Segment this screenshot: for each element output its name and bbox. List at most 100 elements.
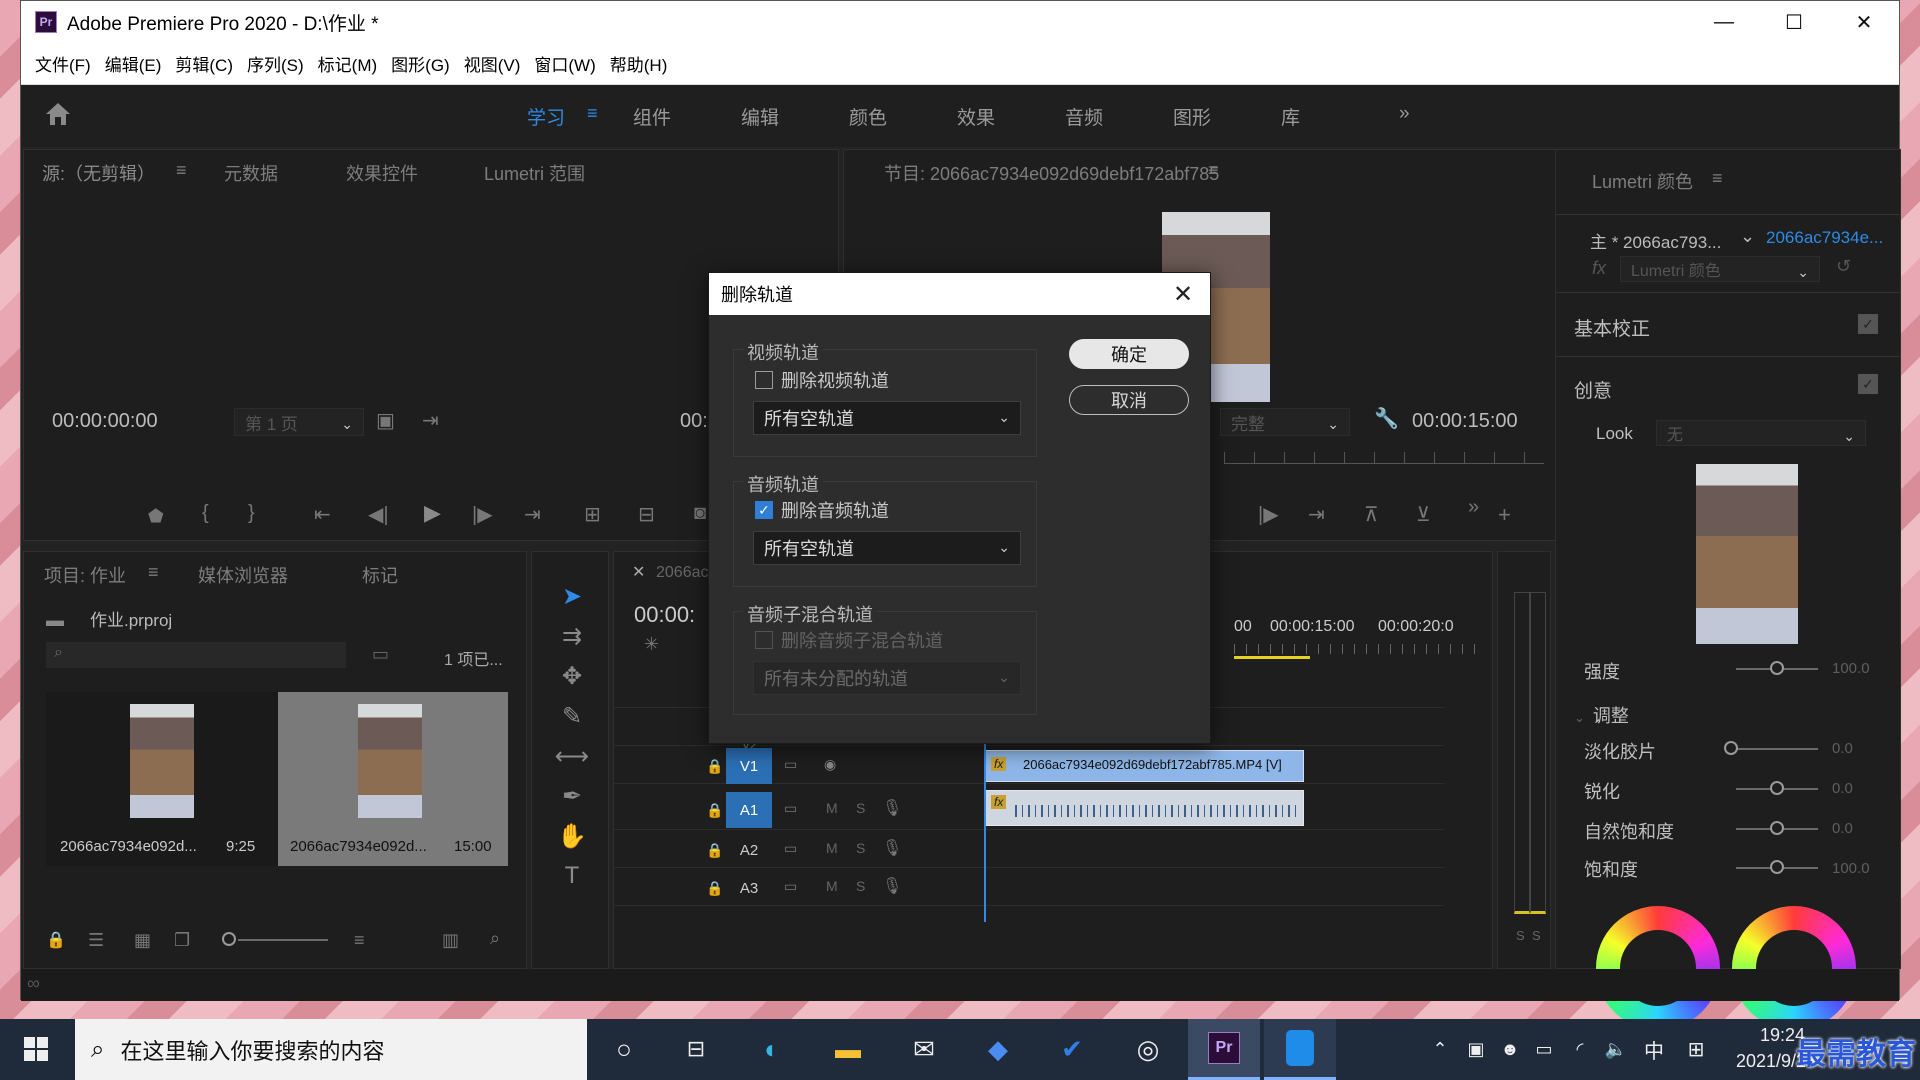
pen-tool-icon[interactable]: ✒ xyxy=(552,780,592,812)
saturation-value[interactable]: 100.0 xyxy=(1832,860,1870,877)
workspace-tab-audio[interactable]: 音频 xyxy=(1065,103,1103,130)
playback-resolution-select[interactable]: 完整 ⌄ xyxy=(1220,408,1350,436)
track-label-a4[interactable]: A4 xyxy=(726,910,772,923)
task-view-icon[interactable]: ⊟ xyxy=(676,1029,716,1069)
meter-solo-right[interactable]: S xyxy=(1532,928,1541,943)
lumetri-master-clip[interactable]: 主 * 2066ac793... xyxy=(1590,228,1721,253)
battery-icon[interactable]: ▭ xyxy=(1524,1029,1564,1069)
ok-button[interactable]: 确定 xyxy=(1069,339,1189,369)
lumetri-menu-icon[interactable]: ≡ xyxy=(1712,168,1723,189)
camera-icon[interactable]: ◙ xyxy=(694,502,706,525)
section-basic-correction[interactable]: 基本校正 xyxy=(1574,314,1650,341)
menu-file[interactable]: 文件(F) xyxy=(29,51,97,76)
overwrite-button-icon[interactable]: ⊟ xyxy=(638,502,655,527)
menu-help[interactable]: 帮助(H) xyxy=(604,51,674,76)
add-button-icon[interactable]: + xyxy=(1498,502,1511,528)
program-panel-menu-icon[interactable]: ≡ xyxy=(1208,160,1219,181)
solo-button[interactable]: S xyxy=(856,878,865,894)
app-checkmark-icon[interactable]: ✔ xyxy=(1052,1029,1092,1069)
work-area-bar[interactable] xyxy=(1234,656,1310,659)
menu-window[interactable]: 窗口(W) xyxy=(528,51,601,76)
microphone-icon[interactable]: 🎙 xyxy=(882,838,902,858)
basic-correction-checkbox[interactable]: ✓ xyxy=(1858,314,1878,334)
lumetri-panel-title[interactable]: Lumetri 颜色 xyxy=(1592,168,1693,194)
intensity-value[interactable]: 100.0 xyxy=(1832,660,1870,677)
track-output-icon[interactable]: ▭ xyxy=(784,840,797,857)
list-view-icon[interactable]: ☰ xyxy=(88,930,104,951)
track-label-a2[interactable]: A2 xyxy=(726,832,772,868)
microphone-icon[interactable]: 🎙 xyxy=(882,798,902,818)
play-icon[interactable]: ▶ xyxy=(424,500,441,526)
playhead[interactable] xyxy=(984,742,986,922)
tab-metadata[interactable]: 元数据 xyxy=(224,160,278,186)
minimize-button[interactable]: — xyxy=(1689,1,1759,43)
saturation-knob[interactable] xyxy=(1770,860,1784,874)
delete-audio-tracks-checkbox[interactable]: ✓ 删除音频轨道 xyxy=(755,497,889,523)
tab-effect-controls[interactable]: 效果控件 xyxy=(346,160,418,186)
premiere-taskbar-icon[interactable]: Pr xyxy=(1188,1019,1260,1080)
track-label-a1[interactable]: A1 xyxy=(726,792,772,828)
timeline-close-icon[interactable]: ✕ xyxy=(632,562,645,582)
insert-button-icon[interactable]: ⊞ xyxy=(584,502,601,527)
lock-icon[interactable]: 🔒 xyxy=(46,930,66,950)
menu-sequence[interactable]: 序列(S) xyxy=(241,51,310,76)
timeline-ruler[interactable] xyxy=(1234,644,1484,654)
edge-browser-icon[interactable]: ◐ xyxy=(752,1029,792,1069)
workspace-tab-editing[interactable]: 编辑 xyxy=(741,103,779,130)
snap-icon[interactable]: ✳ xyxy=(644,634,659,655)
sort-icon[interactable]: ≡ xyxy=(354,930,365,951)
mute-button[interactable]: M xyxy=(826,878,838,894)
delete-submix-tracks-checkbox[interactable]: 删除音频子混合轨道 xyxy=(755,627,943,653)
reset-icon[interactable]: ↺ xyxy=(1836,256,1851,277)
track-output-icon[interactable]: ▭ xyxy=(784,878,797,895)
source-panel-menu-icon[interactable]: ≡ xyxy=(176,160,187,181)
wifi-icon[interactable]: ◜ xyxy=(1560,1029,1600,1069)
hand-tool-icon[interactable]: ✋ xyxy=(552,820,592,852)
project-menu-icon[interactable]: ≡ xyxy=(148,562,159,583)
microphone-icon[interactable]: 🎙 xyxy=(882,876,902,896)
faded-film-value[interactable]: 0.0 xyxy=(1832,740,1853,757)
eye-icon[interactable]: ◉ xyxy=(824,756,836,773)
track-output-icon[interactable]: ▭ xyxy=(784,756,797,773)
selection-tool-icon[interactable]: ➤ xyxy=(552,580,592,612)
tab-markers[interactable]: 标记 xyxy=(362,562,398,588)
slip-tool-icon[interactable]: ⟷ xyxy=(552,740,592,772)
timeline-timecode[interactable]: 00:00: xyxy=(634,602,695,628)
find-icon[interactable]: ⌕ xyxy=(490,928,500,949)
menu-markers[interactable]: 标记(M) xyxy=(312,51,383,76)
mark-out-icon[interactable]: } xyxy=(248,502,255,525)
program-panel-title[interactable]: 节目: 2066ac7934e092d69debf172abf785 xyxy=(884,160,1219,186)
section-adjustments[interactable]: ⌄ 调整 xyxy=(1574,702,1629,728)
razor-tool-icon[interactable]: ✎ xyxy=(552,700,592,732)
close-button[interactable]: ✕ xyxy=(1829,1,1899,43)
menu-clip[interactable]: 剪辑(C) xyxy=(169,51,239,76)
faded-film-slider[interactable] xyxy=(1728,748,1818,750)
project-item-2[interactable]: 2066ac7934e092d... 15:00 xyxy=(278,692,508,866)
keyboard-icon[interactable]: ⊞ xyxy=(1676,1029,1716,1069)
page-select[interactable]: 第 1 页 ⌄ xyxy=(234,408,364,436)
sharpen-knob[interactable] xyxy=(1770,781,1784,795)
type-tool-icon[interactable]: T xyxy=(552,860,592,892)
creative-checkbox[interactable]: ✓ xyxy=(1858,374,1878,394)
audio-clip[interactable]: fx xyxy=(984,790,1304,826)
new-bin-icon[interactable]: ▭ xyxy=(372,644,389,665)
look-preview-thumbnail[interactable] xyxy=(1696,464,1798,644)
lock-icon[interactable]: 🔒 xyxy=(706,758,723,775)
windows-start-icon[interactable] xyxy=(16,1029,56,1069)
close-icon[interactable]: ✕ xyxy=(1168,279,1198,309)
step-forward-icon[interactable]: |▶ xyxy=(1258,502,1279,527)
more-buttons-icon[interactable]: » xyxy=(1468,496,1479,519)
submix-tracks-select[interactable]: 所有未分配的轨道 ⌄ xyxy=(753,661,1021,695)
track-label-a3[interactable]: A3 xyxy=(726,870,772,906)
lift-icon[interactable]: ⊼ xyxy=(1364,502,1379,527)
taskbar-search-box[interactable]: ⌕ 在这里输入你要搜索的内容 xyxy=(75,1019,587,1080)
export-frame-icon[interactable]: ▣ xyxy=(376,408,395,433)
video-tracks-select[interactable]: 所有空轨道 ⌄ xyxy=(753,401,1021,435)
track-output-icon[interactable]: ▭ xyxy=(784,800,797,817)
step-back-icon[interactable]: ◀| xyxy=(368,502,389,527)
solo-button[interactable]: S xyxy=(856,800,865,816)
app-blue-icon[interactable]: ◆ xyxy=(978,1029,1018,1069)
marker-icon[interactable]: ⬟ xyxy=(148,506,164,527)
vibrance-knob[interactable] xyxy=(1770,821,1784,835)
extract-icon[interactable]: ⊻ xyxy=(1416,502,1431,527)
